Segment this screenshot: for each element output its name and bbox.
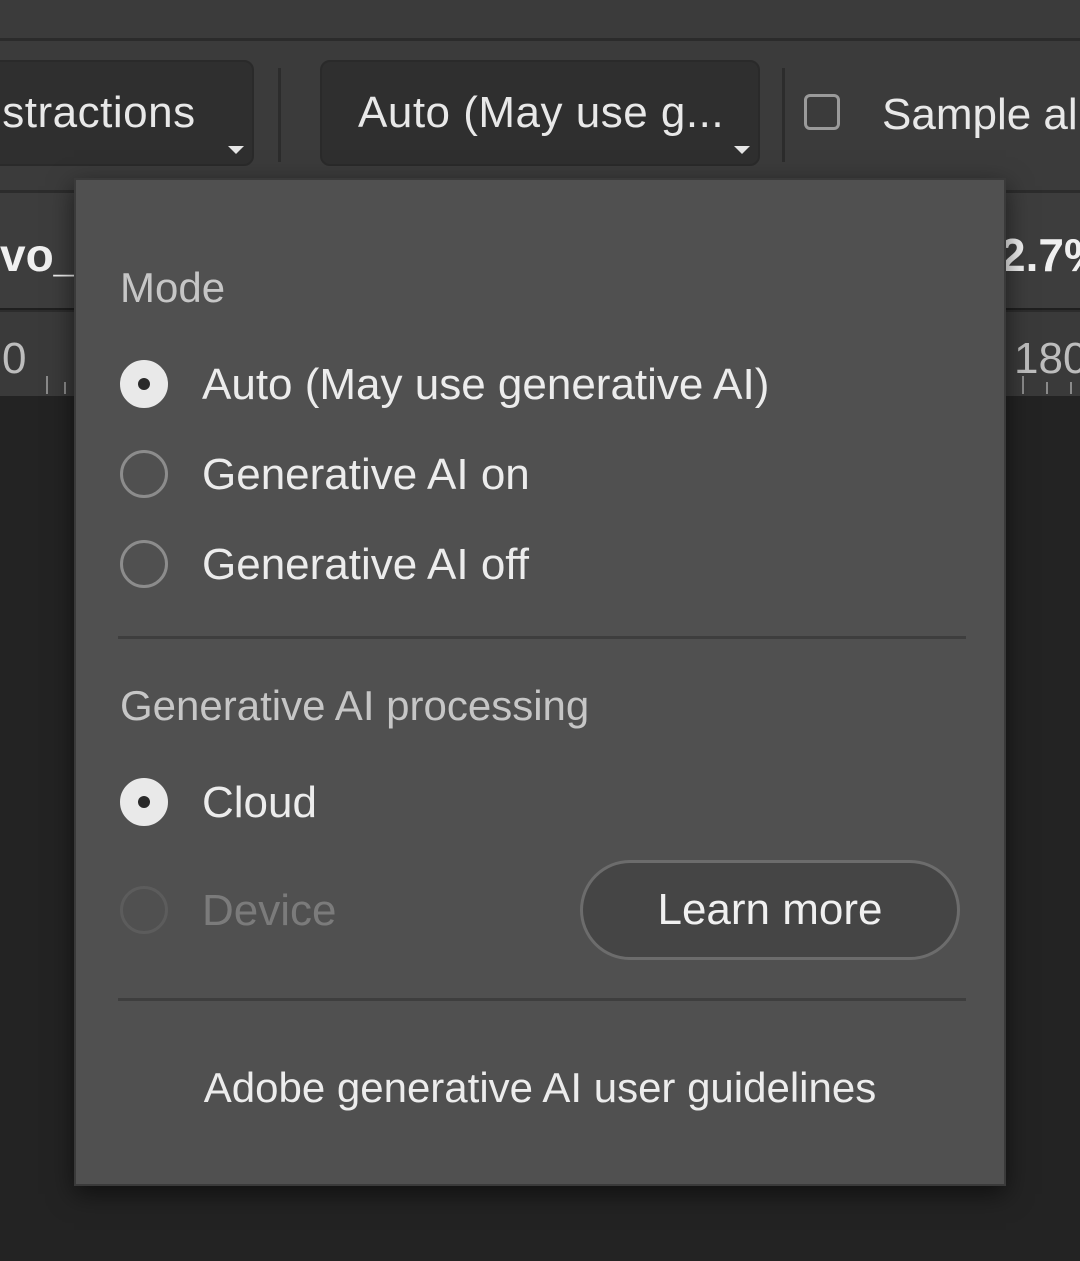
sample-all-layers-label: Sample al: [882, 90, 1078, 139]
section-divider: [118, 636, 966, 639]
generative-ai-mode-popup: Mode Auto (May use generative AI) Genera…: [74, 178, 1006, 1186]
distractions-dropdown[interactable]: istractions: [0, 60, 254, 166]
radio-disabled-icon: [120, 886, 168, 934]
mode-option-auto[interactable]: Auto (May use generative AI): [120, 358, 880, 414]
radio-selected-icon[interactable]: [120, 778, 168, 826]
radio-selected-icon[interactable]: [120, 360, 168, 408]
ruler-tick: [1070, 382, 1072, 394]
document-zoom-level: 2.7%: [1000, 229, 1080, 281]
mode-option-generative-ai-on[interactable]: Generative AI on: [120, 448, 880, 504]
document-tab-title[interactable]: vo_: [0, 228, 79, 282]
ruler-tick: [64, 382, 66, 394]
toolbar-separator: [278, 68, 281, 162]
mode-option-label: Generative AI off: [202, 540, 529, 589]
mode-section-title: Mode: [120, 264, 226, 311]
user-guidelines-link[interactable]: Adobe generative AI user guidelines: [76, 1064, 1004, 1112]
mode-option-generative-ai-off[interactable]: Generative AI off: [120, 538, 880, 594]
ruler-tick: [1022, 376, 1024, 394]
processing-option-label: Cloud: [202, 778, 317, 827]
options-bar-divider: [0, 38, 1080, 41]
learn-more-button[interactable]: Learn more: [580, 860, 960, 960]
processing-section-title: Generative AI processing: [120, 682, 590, 729]
radio-unselected-icon[interactable]: [120, 540, 168, 588]
section-divider: [118, 998, 966, 1001]
toolbar-separator: [782, 68, 785, 162]
ruler-tick: [1046, 382, 1048, 394]
distractions-dropdown-label: istractions: [0, 88, 196, 137]
processing-option-device: Device: [120, 884, 520, 940]
radio-unselected-icon[interactable]: [120, 450, 168, 498]
processing-option-label: Device: [202, 886, 337, 935]
mode-option-label: Generative AI on: [202, 450, 530, 499]
ruler-label-left: 0: [2, 334, 27, 383]
chevron-down-icon: [228, 146, 244, 154]
chevron-down-icon: [734, 146, 750, 154]
mode-dropdown-label: Auto (May use g...: [358, 88, 725, 137]
mode-option-label: Auto (May use generative AI): [202, 360, 770, 409]
ruler-tick: [46, 376, 48, 394]
mode-dropdown[interactable]: Auto (May use g...: [320, 60, 760, 166]
processing-option-cloud[interactable]: Cloud: [120, 776, 880, 832]
sample-all-layers-checkbox[interactable]: [804, 94, 840, 130]
options-bar: istractions Auto (May use g... Sample al: [0, 0, 1080, 190]
